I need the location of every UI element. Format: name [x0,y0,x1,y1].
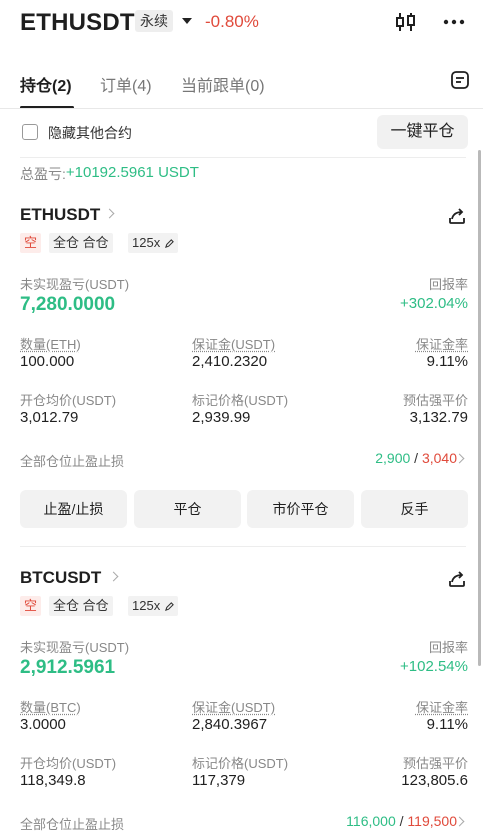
unrealized-pnl-value: 7,280.0000 [20,294,116,315]
liq-price-label: 预估强平价 [402,393,468,408]
share-icon[interactable] [446,568,468,590]
side-tag: 空 [20,233,42,253]
margin-rate-label: 保证金率 [415,700,468,715]
liq-price-value: 3,132.79 [409,409,468,426]
header: ETHUSDT 永续 -0.80% [0,0,483,44]
entry-price-label: 开仓均价(USDT) [20,393,117,408]
tab-copy-trading[interactable]: 当前跟单(0) [181,72,265,96]
share-icon[interactable] [446,205,468,227]
total-pnl-value: +10192.5961 USDT [65,164,199,181]
tpsl-label: 全部仓位止盈止损 [20,454,125,469]
margin-rate-value: 9.11% [426,716,468,733]
chevron-right-icon[interactable] [108,571,119,582]
liq-price-value: 123,805.6 [401,772,468,789]
entry-price-label: 开仓均价(USDT) [20,756,117,771]
symbol-title[interactable]: ETHUSDT [20,9,135,37]
total-pnl: 总盈亏: +10192.5961 USDT [20,164,199,184]
leverage-value: 125x [132,598,161,613]
unrealized-pnl-value: 2,912.5961 [20,657,116,678]
roi-value: +302.04% [400,295,468,312]
close-all-button[interactable]: 一键平仓 [377,115,468,149]
take-profit-value: 2,900 [375,450,411,466]
stop-loss-value: 3,040 [421,450,457,466]
total-pnl-label: 总盈亏: [20,166,66,182]
take-profit-value: 116,000 [346,813,396,829]
unrealized-pnl-label: 未实现盈亏(USDT) [20,640,130,655]
hide-other-checkbox[interactable] [22,124,38,140]
quantity-value: 3.0000 [20,716,66,733]
candlestick-icon[interactable] [394,10,418,34]
position-actions: 止盈/止损 平仓 市价平仓 反手 [20,490,468,528]
margin-value: 2,840.3967 [192,716,268,733]
position-symbol[interactable]: BTCUSDT [20,568,101,588]
leverage-value: 125x [132,235,161,250]
edit-icon[interactable] [165,602,175,611]
chevron-right-icon[interactable] [104,208,115,219]
roi-label: 回报率 [428,640,468,655]
margin-label: 保证金(USDT) [192,700,276,715]
market-close-button[interactable]: 市价平仓 [247,490,354,528]
tab-orders[interactable]: 订单(4) [100,72,152,96]
entry-price-value: 3,012.79 [20,409,79,426]
tpsl-button[interactable]: 止盈/止损 [20,490,127,528]
tpsl-values[interactable]: 2,900 / 3,040 [375,450,457,466]
leverage-tag[interactable]: 125x [128,596,179,616]
quantity-value: 100.000 [20,353,75,370]
margin-rate-value: 9.11% [426,353,468,370]
position-tabs: 持仓(2) 订单(4) 当前跟单(0) [0,60,483,109]
hide-other-label[interactable]: 隐藏其他合约 [48,123,132,143]
tpsl-label: 全部仓位止盈止损 [20,817,125,832]
hide-other-row: 隐藏其他合约 一键平仓 [0,115,483,151]
edit-icon[interactable] [165,239,175,248]
price-change: -0.80% [205,12,259,31]
liq-price-label: 预估强平价 [402,756,468,771]
mark-price-value: 117,379 [192,772,246,789]
mark-price-label: 标记价格(USDT) [192,393,289,408]
side-tag: 空 [20,596,42,616]
margin-mode-tag: 全仓 合仓 [49,596,113,616]
tabs-divider [0,108,483,109]
unrealized-pnl-label: 未实现盈亏(USDT) [20,277,130,292]
leverage-tag[interactable]: 125x [128,233,179,253]
margin-rate-label: 保证金率 [415,337,468,352]
symbol-dropdown-icon[interactable] [182,18,192,24]
roi-label: 回报率 [428,277,468,292]
mark-price-label: 标记价格(USDT) [192,756,289,771]
contract-type-tag: 永续 [135,10,173,32]
position-card: ETHUSDT 空 全仓 合仓 125x 未实现盈亏(USDT) 回报率 7,2… [0,205,483,535]
tab-positions[interactable]: 持仓(2) [20,72,72,96]
quantity-label: 数量(ETH) [20,337,81,352]
entry-price-value: 118,349.8 [20,772,86,789]
stop-loss-value: 119,500 [407,813,457,829]
margin-value: 2,410.2320 [192,353,268,370]
margin-mode-tag: 全仓 合仓 [49,233,113,253]
position-card: BTCUSDT 空 全仓 合仓 125x 未实现盈亏(USDT) 回报率 2,9… [0,568,483,839]
history-icon[interactable] [450,70,470,90]
card-divider [20,546,466,547]
scrollbar[interactable] [478,150,481,666]
mark-price-value: 2,939.99 [192,409,251,426]
tpsl-values[interactable]: 116,000 / 119,500 [346,813,457,829]
roi-value: +102.54% [400,658,468,675]
quantity-label: 数量(BTC) [20,700,81,715]
reverse-button[interactable]: 反手 [361,490,468,528]
margin-label: 保证金(USDT) [192,337,276,352]
divider [20,157,466,158]
close-position-button[interactable]: 平仓 [134,490,241,528]
more-icon[interactable] [442,10,466,34]
position-symbol[interactable]: ETHUSDT [20,205,100,225]
